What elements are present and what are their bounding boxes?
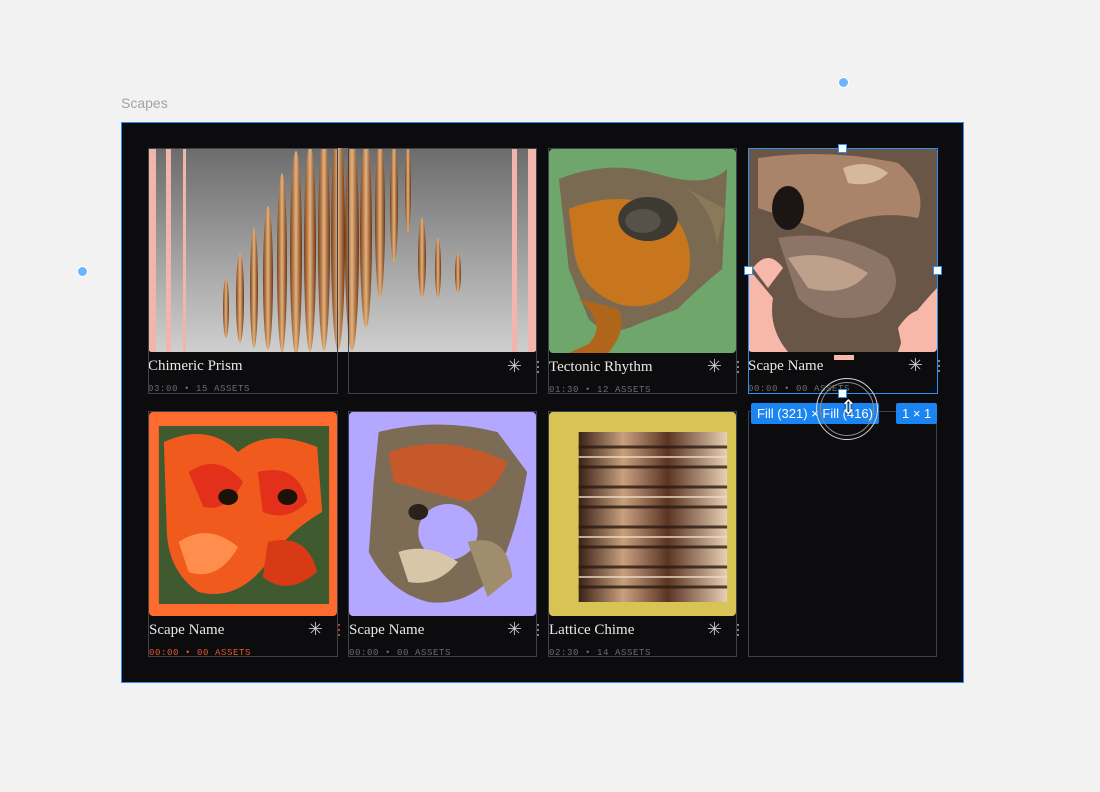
canvas-dot-top[interactable] (838, 77, 849, 88)
card-title: Scape Name (748, 358, 824, 374)
gap-marker (834, 355, 854, 360)
card-meta: 01:30 • 12 ASSETS (549, 385, 652, 395)
handle-left[interactable] (744, 266, 753, 275)
frame-label[interactable]: Scapes (121, 95, 168, 111)
lattice-chime-art (549, 412, 736, 616)
card-outline-col2: ✳ (348, 148, 540, 394)
card-outline-col1 (148, 148, 338, 394)
card-meta: 00:00 • 00 ASSETS (149, 648, 252, 658)
star-icon[interactable]: ✳ (507, 620, 522, 638)
star-icon[interactable]: ✳ (908, 356, 923, 374)
handle-right[interactable] (933, 266, 942, 275)
handle-top[interactable] (838, 144, 847, 153)
card-tectonic-rhythm[interactable]: Tectonic Rhythm 01:30 • 12 ASSETS ✳ (548, 148, 740, 395)
more-icon[interactable] (737, 624, 740, 636)
canvas-dot-left[interactable] (77, 266, 88, 277)
more-icon[interactable] (338, 624, 341, 636)
star-icon[interactable]: ✳ (507, 357, 522, 375)
tectonic-rhythm-art (549, 149, 736, 353)
card-title: Lattice Chime (549, 622, 635, 638)
empty-grid-slot[interactable] (748, 411, 937, 657)
more-icon[interactable] (537, 361, 540, 373)
card-meta: 02:30 • 14 ASSETS (549, 648, 652, 658)
card-meta: 00:00 • 00 ASSETS (349, 648, 452, 658)
card-lattice-chime[interactable]: Lattice Chime 02:30 • 14 ASSETS ✳ (548, 411, 740, 658)
star-icon[interactable]: ✳ (707, 620, 722, 638)
card-scape-name-orange[interactable]: Scape Name 00:00 • 00 ASSETS ✳ (148, 411, 341, 658)
card-image (149, 412, 337, 616)
scape-art-marble (748, 148, 937, 352)
more-icon[interactable] (537, 624, 540, 636)
card-image (349, 412, 536, 616)
card-image (748, 148, 937, 352)
more-icon[interactable] (737, 361, 740, 373)
star-icon[interactable]: ✳ (308, 620, 323, 638)
grid-label-pill[interactable]: 1 × 1 (896, 403, 938, 424)
scape-art-lavender (349, 412, 536, 616)
more-icon[interactable] (938, 360, 941, 372)
card-scape-name-lavender[interactable]: Scape Name 00:00 • 00 ASSETS ✳ (348, 411, 540, 658)
resize-vertical-icon: ⇕ (840, 397, 857, 419)
card-image (549, 412, 736, 616)
card-title: Scape Name (149, 622, 225, 638)
card-title: Scape Name (349, 622, 425, 638)
scape-art-orange (149, 412, 337, 616)
card-image (549, 149, 736, 353)
star-icon[interactable]: ✳ (707, 357, 722, 375)
card-title: Tectonic Rhythm (549, 359, 653, 375)
